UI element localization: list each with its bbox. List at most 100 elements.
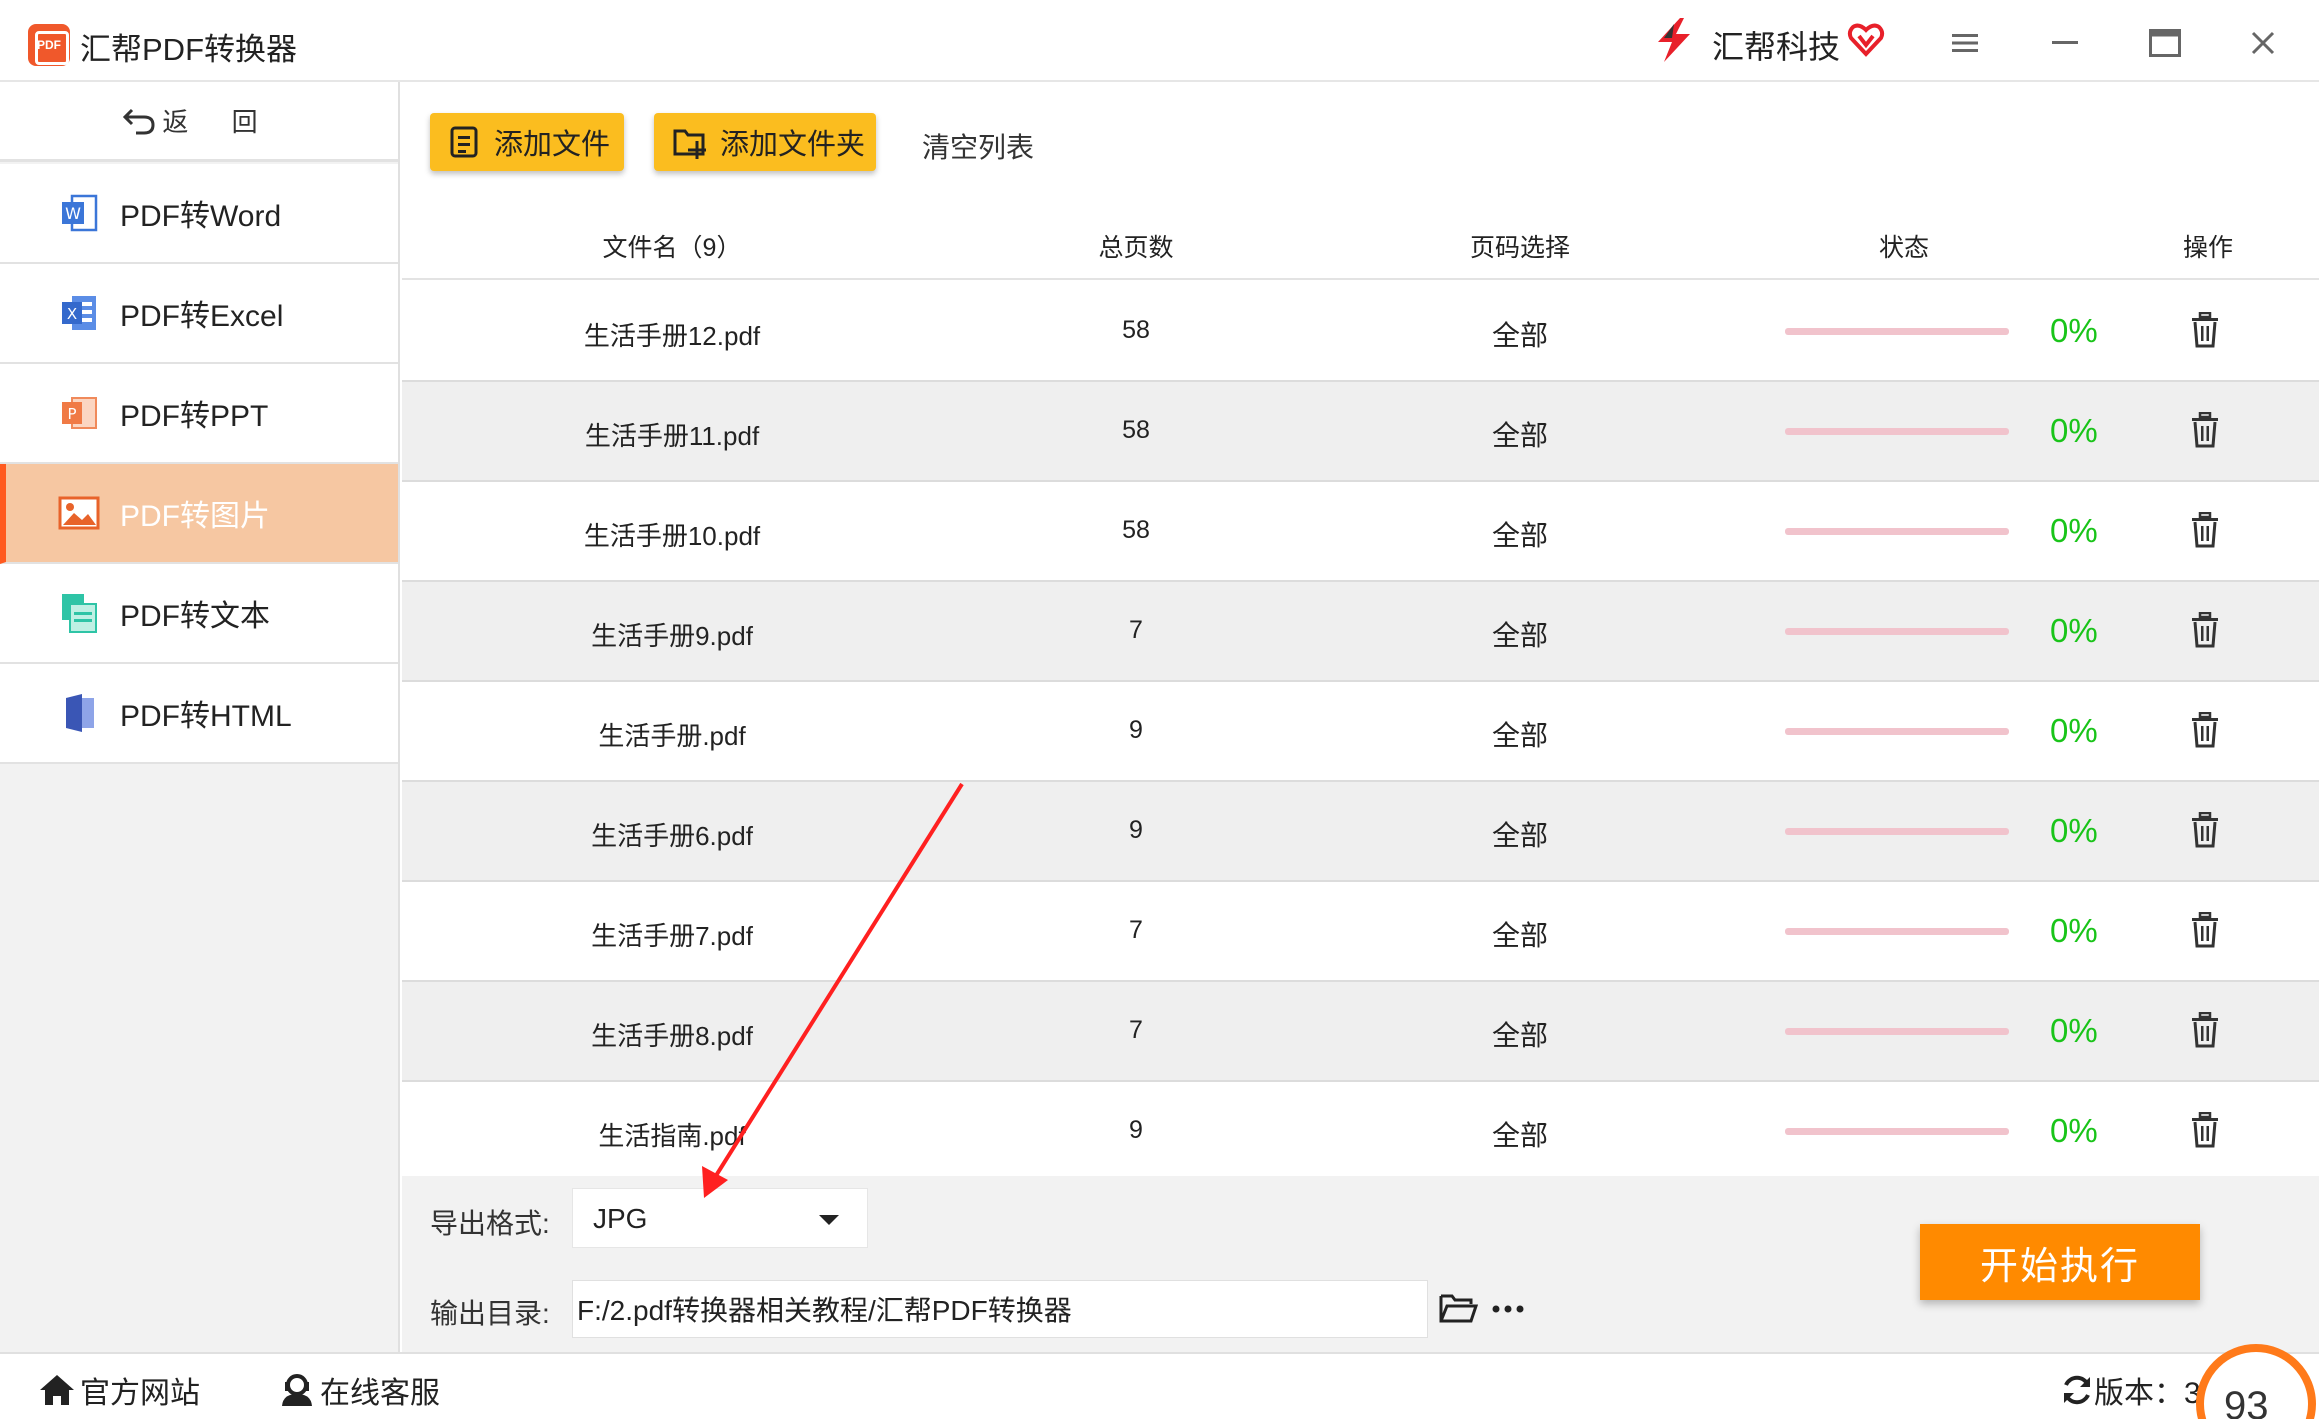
trash-icon[interactable] bbox=[2190, 412, 2220, 448]
output-path-field[interactable] bbox=[572, 1280, 1428, 1338]
vip-heart-icon[interactable] bbox=[1846, 20, 1886, 60]
maximize-button[interactable] bbox=[2140, 18, 2190, 68]
sidebar-item-pdf-to-word[interactable]: W PDF转Word bbox=[0, 164, 398, 264]
page-select-cell[interactable]: 全部 bbox=[1492, 1114, 1548, 1154]
trash-icon[interactable] bbox=[2190, 812, 2220, 848]
more-options-icon[interactable] bbox=[1490, 1294, 1526, 1324]
html-icon bbox=[66, 694, 94, 732]
chevron-down-icon bbox=[819, 1215, 839, 1225]
minimize-button[interactable] bbox=[2040, 18, 2090, 68]
header-total-pages: 总页数 bbox=[1098, 234, 1174, 262]
minimize-icon bbox=[2052, 41, 2078, 44]
sidebar-item-pdf-to-excel[interactable]: X PDF转Excel bbox=[0, 264, 398, 364]
page-count-cell: 7 bbox=[1129, 1016, 1143, 1044]
file-name-cell: 生活手册11.pdf bbox=[584, 421, 760, 451]
header-file-name[interactable]: 文件名（9） bbox=[603, 228, 742, 264]
table-row[interactable]: 生活手册.pdf 9 全部 0% bbox=[402, 682, 2319, 782]
file-name-cell: 生活手册.pdf bbox=[598, 721, 746, 751]
svg-text:W: W bbox=[65, 204, 81, 223]
progress-bar bbox=[1785, 628, 2009, 635]
header-status: 状态 bbox=[1878, 234, 1930, 262]
sidebar-item-pdf-to-ppt[interactable]: P PDF转PPT bbox=[0, 364, 398, 464]
page-select-cell[interactable]: 全部 bbox=[1492, 714, 1548, 754]
version-info[interactable]: 版本：3 bbox=[2060, 1368, 2201, 1412]
trash-icon[interactable] bbox=[2190, 612, 2220, 648]
page-select-cell[interactable]: 全部 bbox=[1492, 414, 1548, 454]
sidebar-item-pdf-to-image[interactable]: PDF转图片 bbox=[0, 464, 398, 564]
page-count-cell: 7 bbox=[1129, 916, 1143, 944]
trash-icon[interactable] bbox=[2190, 1012, 2220, 1048]
ppt-icon: P bbox=[62, 397, 97, 429]
back-arrow-icon bbox=[123, 108, 155, 134]
menu-button[interactable] bbox=[1940, 18, 1990, 68]
format-value: JPG bbox=[593, 1203, 648, 1234]
back-label: 返 回 bbox=[162, 107, 276, 137]
progress-percent: 0% bbox=[2050, 612, 2098, 649]
page-count-cell: 9 bbox=[1129, 816, 1143, 844]
file-name-cell: 生活手册6.pdf bbox=[591, 821, 753, 851]
add-folder-icon bbox=[673, 129, 706, 159]
page-count-cell: 58 bbox=[1122, 516, 1150, 544]
sidebar-item-pdf-to-html[interactable]: PDF转HTML bbox=[0, 664, 398, 764]
progress-bar bbox=[1785, 828, 2009, 835]
image-icon bbox=[58, 496, 100, 530]
file-name-cell: 生活手册12.pdf bbox=[583, 321, 761, 351]
excel-icon: X bbox=[62, 296, 96, 330]
trash-icon[interactable] bbox=[2190, 512, 2220, 548]
app-logo-icon: PDF bbox=[28, 24, 70, 66]
table-row[interactable]: 生活手册8.pdf 7 全部 0% bbox=[402, 982, 2319, 1082]
trash-icon[interactable] bbox=[2190, 312, 2220, 348]
page-select-cell[interactable]: 全部 bbox=[1492, 1014, 1548, 1054]
start-button[interactable]: 开始执行 bbox=[1920, 1224, 2200, 1300]
format-label: 导出格式: bbox=[430, 1208, 550, 1239]
progress-percent: 0% bbox=[2050, 912, 2098, 949]
hamburger-icon bbox=[1952, 34, 1978, 52]
app-title: 汇帮PDF转换器 bbox=[80, 32, 297, 67]
page-select-cell[interactable]: 全部 bbox=[1492, 614, 1548, 654]
file-name-cell: 生活指南.pdf bbox=[598, 1121, 746, 1151]
table-row[interactable]: 生活指南.pdf 9 全部 0% bbox=[402, 1082, 2319, 1182]
table-row[interactable]: 生活手册11.pdf 58 全部 0% bbox=[402, 382, 2319, 482]
trash-icon[interactable] bbox=[2190, 1112, 2220, 1148]
add-file-button[interactable]: 添加文件 bbox=[430, 113, 624, 171]
progress-percent: 0% bbox=[2050, 1112, 2098, 1149]
page-count-cell: 9 bbox=[1129, 1116, 1143, 1144]
page-select-cell[interactable]: 全部 bbox=[1492, 514, 1548, 554]
page-select-cell[interactable]: 全部 bbox=[1492, 914, 1548, 954]
page-select-cell[interactable]: 全部 bbox=[1492, 314, 1548, 354]
format-select[interactable]: JPG bbox=[572, 1188, 868, 1248]
table-row[interactable]: 生活手册6.pdf 9 全部 0% bbox=[402, 782, 2319, 882]
official-website-link[interactable]: 官方网站 bbox=[38, 1368, 200, 1412]
progress-bar bbox=[1785, 1128, 2009, 1135]
progress-bar bbox=[1785, 428, 2009, 435]
add-folder-button[interactable]: 添加文件夹 bbox=[654, 113, 876, 171]
folder-open-icon[interactable] bbox=[1438, 1290, 1478, 1326]
trash-icon[interactable] bbox=[2190, 712, 2220, 748]
trash-icon[interactable] bbox=[2190, 912, 2220, 948]
page-count-cell: 58 bbox=[1122, 316, 1150, 344]
table-row[interactable]: 生活手册12.pdf 58 全部 0% bbox=[402, 282, 2319, 382]
title-bar: PDF 汇帮PDF转换器 汇帮科技 bbox=[0, 0, 2319, 82]
progress-percent: 0% bbox=[2050, 1012, 2098, 1049]
table-row[interactable]: 生活手册10.pdf 58 全部 0% bbox=[402, 482, 2319, 582]
footer: 官方网站 在线客服 版本：3 bbox=[0, 1352, 2319, 1419]
progress-percent: 0% bbox=[2050, 512, 2098, 549]
clear-list-button[interactable]: 清空列表 bbox=[922, 126, 1034, 166]
add-file-icon bbox=[450, 126, 478, 158]
close-button[interactable] bbox=[2238, 18, 2288, 68]
progress-bar bbox=[1785, 528, 2009, 535]
close-icon bbox=[2251, 31, 2275, 55]
progress-percent: 0% bbox=[2050, 712, 2098, 749]
page-select-cell[interactable]: 全部 bbox=[1492, 814, 1548, 854]
customer-service-icon bbox=[282, 1374, 312, 1406]
online-support-link[interactable]: 在线客服 bbox=[278, 1368, 440, 1412]
sidebar-item-pdf-to-text[interactable]: PDF转文本 bbox=[0, 564, 398, 664]
page-count-cell: 7 bbox=[1129, 616, 1143, 644]
back-button[interactable]: 返 回 bbox=[0, 82, 398, 162]
table-row[interactable]: 生活手册7.pdf 7 全部 0% bbox=[402, 882, 2319, 982]
table-row[interactable]: 生活手册9.pdf 7 全部 0% bbox=[402, 582, 2319, 682]
home-icon bbox=[40, 1375, 74, 1405]
progress-bar bbox=[1785, 328, 2009, 335]
file-name-cell: 生活手册7.pdf bbox=[591, 921, 753, 951]
header-actions: 操作 bbox=[2182, 234, 2234, 262]
